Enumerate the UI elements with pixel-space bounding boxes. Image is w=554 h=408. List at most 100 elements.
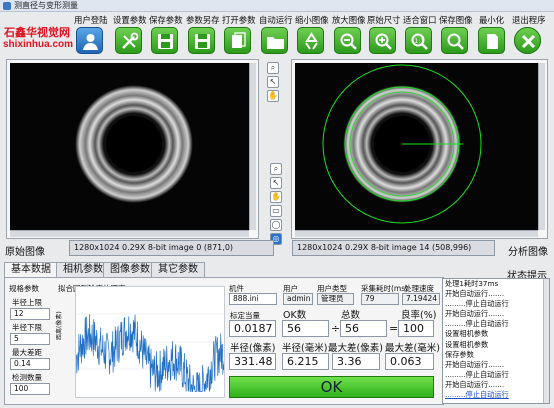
- brand-name: 石鑫华视觉网: [4, 26, 70, 39]
- save-as-icon: [188, 27, 215, 54]
- camera-select[interactable]: 888.ini: [229, 293, 277, 305]
- status-log[interactable]: 处理1耗时37ms 开始自动运行....... .........停止自动运行 开始自…: [442, 278, 550, 404]
- toolbar-button-label: 最小化: [478, 15, 505, 25]
- toolbar-button-label: 保存参数: [149, 15, 183, 25]
- distance-chart: [75, 286, 225, 398]
- max-diff-px-value: 3.36: [332, 353, 380, 370]
- total-value: 56: [340, 320, 387, 337]
- analysis-image: [295, 63, 538, 230]
- toolbar-button-label: 自动运行: [259, 15, 293, 25]
- status-scrollbar[interactable]: [543, 279, 549, 403]
- toolbar-button-label: 保存图像: [439, 15, 473, 25]
- copy-document-icon: [224, 27, 251, 54]
- tools-icon: [115, 27, 142, 54]
- ok-count-value: 56: [282, 320, 329, 337]
- radius-lower-label: 半径下限: [12, 323, 42, 332]
- user-field: admin: [283, 293, 313, 305]
- equals-sign: =: [389, 322, 399, 335]
- user-icon: [76, 27, 103, 54]
- brand-url: shixinhua.com: [3, 39, 74, 50]
- zoom-tool-icon[interactable]: ⌕: [270, 163, 282, 175]
- pan-tool-icon[interactable]: ✋: [267, 90, 279, 102]
- contour-count-label: 检测数量: [12, 373, 42, 382]
- acq-time-field: 79: [361, 293, 399, 305]
- status-line: 开始自动运行.......: [445, 379, 505, 389]
- tab-other-params[interactable]: 其它参数: [151, 262, 205, 278]
- original-image-info: 1280x1024 0.29X 8-bit image 0 (871,0): [69, 240, 274, 256]
- status-line: 开始自动运行.......: [445, 289, 505, 299]
- zoom-in-icon: [369, 27, 396, 54]
- app-icon: [3, 2, 11, 10]
- distance-chart-plot: [75, 313, 225, 392]
- analysis-image-info: 1280x1024 0.29X 8-bit image 14 (508,996): [292, 240, 495, 256]
- max-deform-field[interactable]: 0.14: [10, 358, 50, 370]
- status-line: .........停止自动运行: [445, 319, 509, 329]
- yield-value: 100: [398, 320, 434, 337]
- status-line: 处理1耗时37ms: [445, 279, 499, 288]
- divide-sign: ÷: [331, 322, 341, 335]
- yield-label: 良率(%): [401, 310, 437, 321]
- oval-tool-icon[interactable]: ◯: [270, 219, 282, 231]
- toolbar-button-label: 打开参数: [222, 15, 256, 25]
- folder-open-icon: [261, 27, 288, 54]
- analysis-image-pane: [291, 59, 548, 239]
- user-type-field: 管理员: [317, 293, 354, 305]
- max-diff-px-label: 最大差(像素): [328, 343, 383, 354]
- toolbar-button-label: 缩小图像: [295, 15, 329, 25]
- window-title: 测直径与变形测量: [14, 1, 78, 10]
- status-line: 设置相机参数: [445, 339, 489, 349]
- left-horizontal-scrollbar[interactable]: [10, 230, 249, 237]
- toolbar-button-label: 原始尺寸: [367, 15, 401, 25]
- radius-upper-label: 半径上限: [12, 298, 42, 307]
- status-line: 开始自动运行.......: [445, 359, 505, 369]
- status-line: .........停止自动运行: [445, 390, 509, 400]
- radius-px-label: 半径(像素): [230, 343, 276, 354]
- status-line: 保存参数: [445, 349, 474, 359]
- radius-mm-value: 6.215: [282, 353, 329, 370]
- chart-ylabel: 距离(像素): [56, 311, 63, 340]
- original-image-label: 原始图像: [5, 247, 45, 258]
- roi-tools: ⌕ ↖ ✋ ▭ ◯ ◎: [270, 163, 284, 247]
- radius-px-value: 331.48: [229, 353, 276, 370]
- tab-camera-params[interactable]: 相机参数: [56, 262, 110, 278]
- original-image: [10, 63, 249, 230]
- radius-upper-field[interactable]: 12: [10, 308, 50, 320]
- status-line: 设置相机参数: [445, 329, 489, 339]
- analysis-image-label: 分析图像: [508, 247, 548, 258]
- zoom-out-icon: [334, 27, 361, 54]
- original-image-pane: [6, 59, 259, 239]
- radius-lower-field[interactable]: 5: [10, 333, 50, 345]
- tab-image-params[interactable]: 图像参数: [103, 262, 157, 278]
- right-horizontal-scrollbar[interactable]: [295, 230, 538, 237]
- document-icon: [478, 27, 505, 54]
- distance-series-line: [75, 314, 225, 392]
- contour-count-field[interactable]: 100: [10, 383, 50, 395]
- pointer-tool-icon[interactable]: ↖: [267, 76, 279, 88]
- left-view-tools: ⌕ ↖ ✋: [267, 62, 281, 104]
- spec-params-title: 规格参数: [9, 284, 39, 293]
- status-line: 开始自动运行.......: [445, 309, 505, 319]
- proc-speed-field: 7.19424: [402, 293, 440, 305]
- radius-mm-label: 半径(毫米): [282, 343, 328, 354]
- calib-value: 0.0187: [229, 320, 276, 337]
- zoom-fit-icon: [441, 27, 468, 54]
- zoom-1to1-icon: 1:1: [405, 27, 432, 54]
- pointer-tool-icon[interactable]: ↖: [270, 177, 282, 189]
- left-vertical-scrollbar[interactable]: [249, 63, 256, 230]
- toolbar-button-label: 退出程序: [512, 15, 546, 25]
- result-indicator: OK: [229, 376, 434, 398]
- original-image-display[interactable]: [10, 63, 249, 230]
- analysis-image-display[interactable]: [295, 63, 538, 230]
- toolbar-button-label: 用户登陆: [74, 15, 108, 25]
- zoom-tool-icon[interactable]: ⌕: [267, 62, 279, 74]
- brand-logo: 石鑫华视觉网 shixinhua.com: [3, 26, 74, 51]
- rectangle-tool-icon[interactable]: ▭: [270, 205, 282, 217]
- total-label: 总数: [341, 310, 361, 321]
- title-bar: 测直径与变形测量: [0, 0, 554, 12]
- max-diff-mm-value: 0.063: [385, 353, 434, 370]
- toolbar-button-label: 参数另存: [186, 15, 220, 25]
- right-vertical-scrollbar[interactable]: [538, 63, 545, 230]
- recycle-icon: [297, 27, 324, 54]
- status-line: .........停止自动运行: [445, 369, 509, 379]
- pan-tool-icon[interactable]: ✋: [270, 191, 282, 203]
